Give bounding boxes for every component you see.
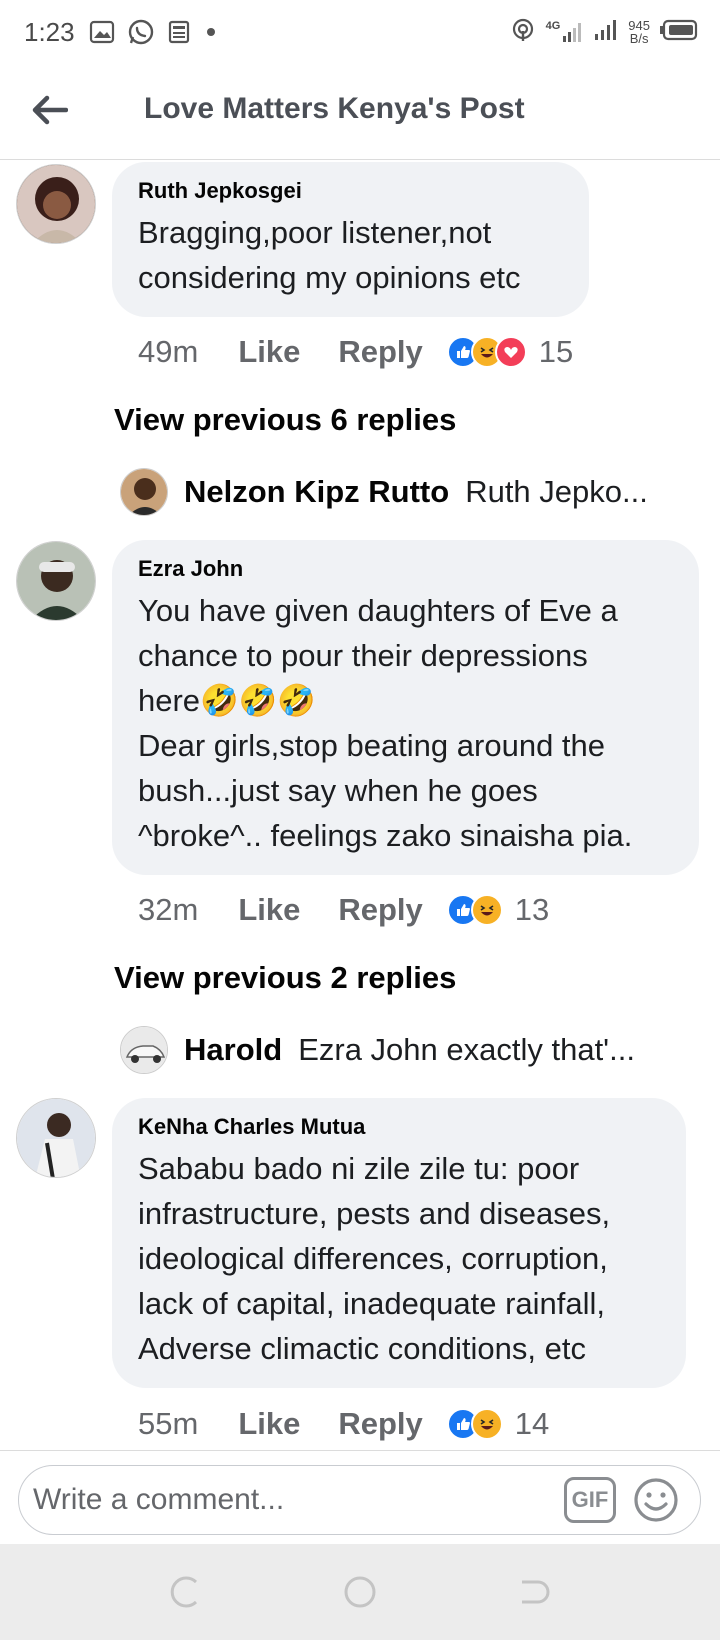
comment-input[interactable] <box>33 1483 533 1517</box>
status-bar: 1:23 4G 945 B/s <box>0 0 720 64</box>
reaction-count[interactable]: 14 <box>515 1406 549 1442</box>
reply-snippet: Ezra John exactly that'... <box>298 1032 635 1067</box>
avatar[interactable] <box>120 468 168 516</box>
net-speed: 945 B/s <box>628 19 650 45</box>
view-previous-replies[interactable]: View previous 6 replies <box>114 402 456 438</box>
network-type: 4G <box>545 20 561 32</box>
avatar[interactable] <box>16 541 96 621</box>
reply-author[interactable]: Harold <box>184 1032 282 1068</box>
hotspot-icon <box>510 17 536 48</box>
signal-4g-icon: 4G <box>546 20 585 44</box>
like-button[interactable]: Like <box>238 892 300 928</box>
comment-time[interactable]: 55m <box>138 1406 198 1442</box>
back-button[interactable] <box>28 88 72 132</box>
comment-bubble[interactable]: Ruth Jepkosgei Bragging,poor listener,no… <box>112 162 589 317</box>
gallery-icon <box>89 19 115 45</box>
whatsapp-icon <box>127 18 155 46</box>
comment-actions: 55m Like Reply 14 <box>138 1406 549 1442</box>
haha-icon <box>470 1408 503 1440</box>
like-button[interactable]: Like <box>238 1406 300 1442</box>
comment-bubble[interactable]: KeNha Charles Mutua Sababu bado ni zile … <box>112 1098 686 1388</box>
reaction-count[interactable]: 15 <box>539 334 573 370</box>
smiley-icon <box>634 1478 678 1522</box>
reply-preview[interactable]: Harold Ezra John exactly that'... <box>120 1026 680 1074</box>
reactions[interactable] <box>446 336 527 368</box>
back-arrow-icon <box>32 95 68 125</box>
recents-icon <box>170 1576 198 1608</box>
reply-preview[interactable]: Nelzon Kipz Rutto Ruth Jepko... <box>120 468 680 516</box>
avatar[interactable] <box>16 1098 96 1178</box>
home-icon <box>344 1576 376 1608</box>
status-time: 1:23 <box>24 16 75 47</box>
reply-button[interactable]: Reply <box>338 334 422 370</box>
comment-time[interactable]: 49m <box>138 334 198 370</box>
gif-button[interactable]: GIF <box>564 1477 616 1523</box>
back-nav-icon <box>522 1580 550 1604</box>
reply-button[interactable]: Reply <box>338 892 422 928</box>
reactions[interactable] <box>446 1408 503 1440</box>
status-right: 4G 945 B/s <box>510 17 698 48</box>
battery-icon <box>660 19 698 46</box>
comment-text: Sababu bado ni zile zile tu: poor infras… <box>138 1151 611 1366</box>
comment-box[interactable]: GIF <box>18 1465 701 1535</box>
reply-button[interactable]: Reply <box>338 1406 422 1442</box>
system-nav-bar <box>0 1544 720 1640</box>
reactions[interactable] <box>446 894 503 926</box>
news-icon <box>167 19 193 45</box>
comment-author[interactable]: KeNha Charles Mutua <box>138 1114 660 1140</box>
post-header: Love Matters Kenya's Post <box>0 64 720 160</box>
comment-text: Bragging,poor listener,not considering m… <box>138 215 521 295</box>
home-button[interactable] <box>342 1574 378 1610</box>
comment-text-part: Dear girls,stop beating around the bush.… <box>138 728 633 853</box>
reply-snippet: Ruth Jepko... <box>465 474 648 509</box>
comment-author[interactable]: Ruth Jepkosgei <box>138 178 563 204</box>
comment-text: You have given daughters of Eve a chance… <box>138 588 673 858</box>
comment-author[interactable]: Ezra John <box>138 556 673 582</box>
avatar[interactable] <box>16 164 96 244</box>
back-nav-button[interactable] <box>516 1574 552 1610</box>
comment-actions: 49m Like Reply 15 <box>138 334 573 370</box>
emoji-button[interactable] <box>632 1476 680 1524</box>
comment-time[interactable]: 32m <box>138 892 198 928</box>
reaction-count[interactable]: 13 <box>515 892 549 928</box>
signal-icon <box>594 18 618 47</box>
comment-composer: GIF <box>0 1450 720 1544</box>
view-previous-replies[interactable]: View previous 2 replies <box>114 960 456 996</box>
comment-bubble[interactable]: Ezra John You have given daughters of Ev… <box>112 540 699 875</box>
recent-apps-button[interactable] <box>166 1574 202 1610</box>
page-title: Love Matters Kenya's Post <box>144 92 525 125</box>
net-speed-unit: B/s <box>629 31 649 46</box>
like-button[interactable]: Like <box>238 334 300 370</box>
haha-icon <box>470 894 503 926</box>
laughing-emojis: 🤣🤣🤣 <box>200 683 316 718</box>
love-icon <box>494 336 527 368</box>
avatar[interactable] <box>120 1026 168 1074</box>
notification-dot-icon <box>205 26 217 38</box>
reply-author[interactable]: Nelzon Kipz Rutto <box>184 474 449 510</box>
comment-actions: 32m Like Reply 13 <box>138 892 549 928</box>
